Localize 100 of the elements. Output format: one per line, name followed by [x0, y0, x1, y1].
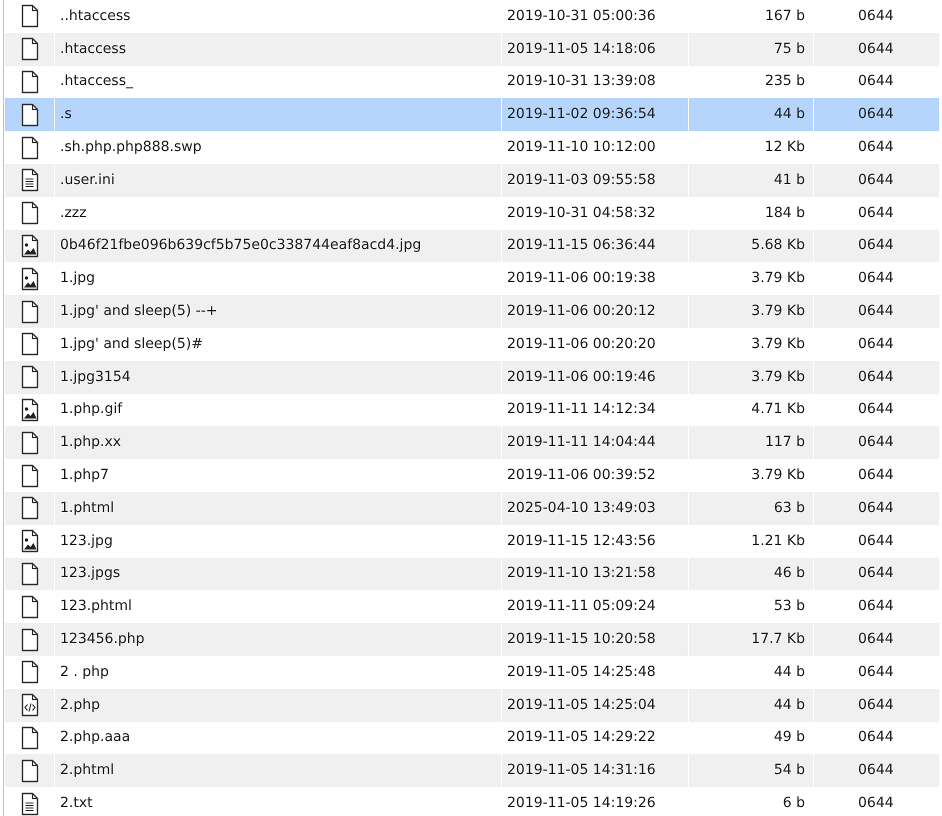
- file-icon: [20, 332, 38, 356]
- file-permissions: 0644: [858, 532, 894, 549]
- file-row[interactable]: 2.txt 2019-11-05 14:19:26 6 b 0644: [4, 787, 939, 816]
- file-icon: [20, 594, 38, 619]
- file-icon: [20, 102, 38, 127]
- file-size: 49 b: [774, 729, 805, 746]
- file-size: 3.79 Kb: [751, 336, 805, 352]
- file-row[interactable]: .htaccess 2019-11-05 14:18:06 75 b 0644: [4, 32, 939, 66]
- file-name: 1.jpg' and sleep(5)#: [60, 336, 203, 352]
- modified-date: 2019-11-10 10:12:00: [507, 139, 656, 156]
- file-icon: [20, 201, 38, 226]
- image-file-icon: [20, 266, 38, 291]
- file-icon: [20, 496, 38, 520]
- file-permissions: 0644: [858, 631, 894, 648]
- file-size: 44 b: [774, 696, 805, 713]
- file-row[interactable]: 2.phtml 2019-11-05 14:31:16 54 b 0644: [4, 754, 939, 788]
- file-name: 0b46f21fbe096b639cf5b75e0c338744eaf8acd4.jpg: [60, 237, 422, 254]
- file-size: 3.79 Kb: [751, 467, 805, 484]
- file-name: 2.php.aaa: [60, 729, 130, 746]
- file-icon: [20, 562, 38, 586]
- file-permissions: 0644: [858, 565, 894, 582]
- file-row[interactable]: 1.php.xx 2019-11-11 14:04:44 117 b 0644: [4, 426, 939, 460]
- file-permissions: 0644: [858, 336, 894, 352]
- file-name: .htaccess: [60, 40, 126, 57]
- file-size: 4.71 Kb: [751, 401, 805, 418]
- file-size: 75 b: [774, 40, 805, 57]
- file-size: 235 b: [764, 73, 805, 90]
- file-size: 41 b: [774, 172, 805, 188]
- file-name: 123.phtml: [60, 598, 132, 614]
- file-permissions: 0644: [858, 204, 894, 221]
- modified-date: 2019-11-03 09:55:58: [507, 172, 656, 188]
- modified-date: 2019-11-11 14:04:44: [507, 434, 656, 450]
- file-size: 44 b: [774, 664, 805, 680]
- modified-date: 2019-11-15 10:20:58: [507, 631, 656, 648]
- file-permissions: 0644: [858, 8, 894, 24]
- file-size: 3.79 Kb: [751, 368, 805, 385]
- file-name: .sh.php.php888.swp: [60, 139, 202, 156]
- modified-date: 2019-11-05 14:29:22: [507, 729, 656, 746]
- modified-date: 2019-11-06 00:20:12: [507, 303, 656, 320]
- file-permissions: 0644: [858, 40, 894, 57]
- file-name: .user.ini: [60, 172, 115, 188]
- file-name: 1.jpg' and sleep(5) --+: [60, 303, 218, 320]
- file-permissions: 0644: [858, 106, 894, 122]
- file-name: .s: [60, 106, 72, 122]
- modified-date: 2019-11-06 00:20:20: [507, 336, 656, 352]
- file-size: 63 b: [774, 500, 805, 516]
- file-icon: [20, 365, 38, 390]
- file-row[interactable]: 1.phtml 2025-04-10 13:49:03 63 b 0644: [4, 492, 939, 525]
- file-icon: [20, 628, 38, 652]
- file-icon: [20, 660, 38, 684]
- file-row[interactable]: 123.jpgs 2019-11-10 13:21:58 46 b 0644: [4, 558, 939, 590]
- file-row[interactable]: 1.jpg' and sleep(5) --+ 2019-11-06 00:20:12 3.79 Kb 0644: [4, 295, 939, 328]
- modified-date: 2019-11-15 06:36:44: [507, 237, 656, 254]
- modified-date: 2019-11-02 09:36:54: [507, 106, 656, 122]
- modified-date: 2019-11-11 14:12:34: [507, 401, 656, 418]
- file-name: 1.jpg3154: [60, 368, 131, 385]
- file-permissions: 0644: [858, 237, 894, 254]
- file-permissions: 0644: [858, 762, 894, 778]
- file-row[interactable]: 2.php 2019-11-05 14:25:04 44 b 0644: [4, 688, 939, 722]
- file-name: 123.jpg: [60, 532, 113, 549]
- file-permissions: 0644: [858, 139, 894, 156]
- file-permissions: 0644: [858, 696, 894, 713]
- file-size: 1.21 Kb: [751, 532, 805, 549]
- file-permissions: 0644: [858, 368, 894, 385]
- file-size: 3.79 Kb: [751, 303, 805, 320]
- file-name: .zzz: [60, 204, 86, 221]
- file-row[interactable]: .user.ini 2019-11-03 09:55:58 41 b 0644: [4, 164, 939, 197]
- modified-date: 2019-11-05 14:19:26: [507, 795, 656, 812]
- file-permissions: 0644: [858, 270, 894, 286]
- file-size: 12 Kb: [764, 139, 805, 156]
- file-permissions: 0644: [858, 303, 894, 320]
- file-name: 2.txt: [60, 795, 93, 812]
- modified-date: 2019-11-05 14:25:04: [507, 696, 656, 713]
- modified-date: 2019-11-06 00:39:52: [507, 467, 656, 484]
- file-icon: [20, 136, 38, 160]
- modified-date: 2019-11-11 05:09:24: [507, 598, 656, 614]
- file-icon: [20, 726, 38, 750]
- modified-date: 2019-11-15 12:43:56: [507, 532, 656, 549]
- modified-date: 2019-11-05 14:18:06: [507, 40, 656, 57]
- file-row[interactable]: 123456.php 2019-11-15 10:20:58 17.7 Kb 0644: [4, 623, 939, 656]
- file-icon: [20, 300, 38, 324]
- file-permissions: 0644: [858, 500, 894, 516]
- file-row[interactable]: 0b46f21fbe096b639cf5b75e0c338744eaf8acd4.jpg 2019-11-15 06:36:44 5.68 Kb 0644: [4, 230, 939, 262]
- file-size: 44 b: [774, 106, 805, 122]
- file-icon: [20, 464, 38, 488]
- file-name: 2 . php: [60, 664, 109, 680]
- modified-date: 2019-11-05 14:25:48: [507, 664, 656, 680]
- file-name: .htaccess_: [60, 73, 133, 90]
- file-permissions: 0644: [858, 434, 894, 450]
- selected-file-row[interactable]: .s 2019-11-02 09:36:54 44 b 0644: [4, 98, 939, 132]
- text-file-icon: [20, 792, 38, 816]
- file-size: 5.68 Kb: [751, 237, 805, 254]
- file-name: 2.php: [60, 696, 100, 713]
- file-size: 184 b: [764, 204, 805, 221]
- file-size: 17.7 Kb: [751, 631, 805, 648]
- file-permissions: 0644: [858, 467, 894, 484]
- file-row[interactable]: 1.jpg3154 2019-11-06 00:19:46 3.79 Kb 0644: [4, 360, 939, 394]
- file-name: 1.php.gif: [60, 401, 122, 418]
- image-file-icon: [20, 234, 38, 258]
- file-name: 123456.php: [60, 631, 145, 648]
